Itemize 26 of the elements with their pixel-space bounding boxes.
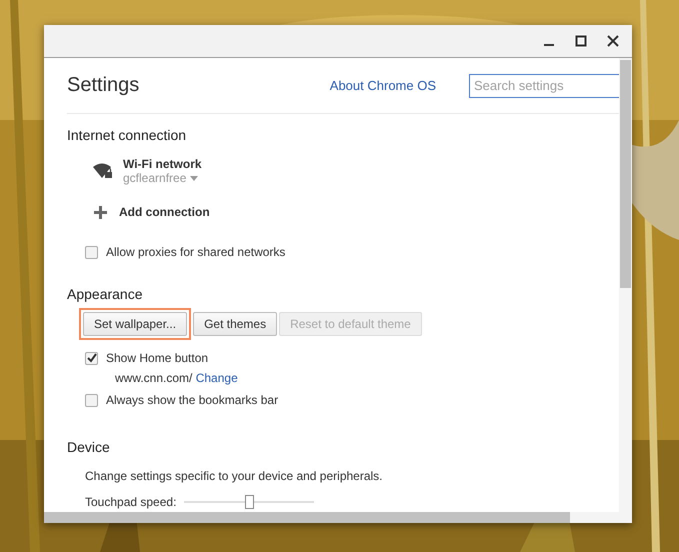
home-url: www.cnn.com/	[115, 371, 192, 385]
change-link[interactable]: Change	[196, 371, 238, 385]
checkbox[interactable]	[85, 394, 98, 406]
network-name: Wi-Fi network	[123, 157, 202, 171]
checkbox-label: Show Home button	[106, 351, 208, 365]
section-heading: Internet connection	[67, 127, 188, 143]
horizontal-scrollbar[interactable]	[44, 512, 632, 523]
wifi-lock-icon	[92, 162, 114, 180]
vertical-scrollbar[interactable]	[619, 58, 632, 512]
checkbox[interactable]	[85, 352, 98, 364]
checkbox[interactable]	[85, 246, 98, 258]
checkbox-label: Allow proxies for shared networks	[106, 245, 286, 259]
dropdown-caret-icon[interactable]	[190, 176, 198, 180]
add-connection-link[interactable]: Add connection	[119, 205, 210, 219]
slider-thumb[interactable]	[245, 495, 254, 509]
search-field[interactable]: Search settings	[469, 74, 619, 98]
about-link[interactable]: About Chrome OS	[330, 78, 436, 93]
plus-icon[interactable]	[94, 206, 107, 218]
section-description: Change settings specific to your device and peripherals.	[85, 469, 384, 483]
theme-button[interactable]: Get themes	[193, 312, 278, 336]
section-heading: Appearance	[67, 286, 144, 302]
section-heading: Device	[67, 439, 111, 455]
slider-label: Touchpad speed:	[85, 495, 176, 509]
checkbox-label: Always show the bookmarks bar	[106, 393, 278, 407]
page-title: Settings	[67, 74, 140, 97]
theme-button[interactable]: Set wallpaper...	[83, 312, 188, 336]
